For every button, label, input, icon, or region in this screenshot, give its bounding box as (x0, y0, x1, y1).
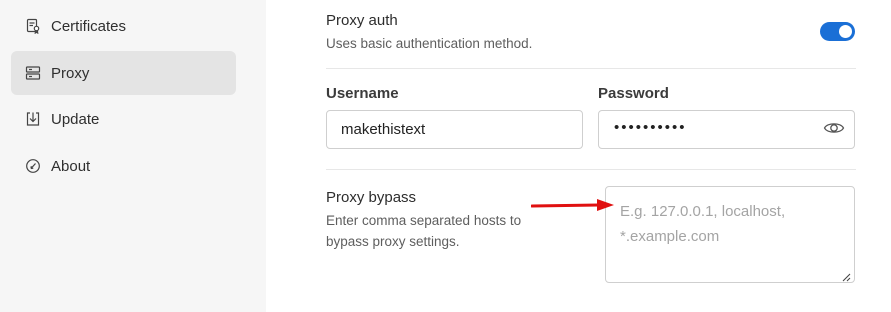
proxy-bypass-description-line: bypass proxy settings. (326, 234, 460, 249)
divider (326, 169, 856, 170)
password-label: Password (598, 85, 669, 102)
sidebar-item-certificates[interactable]: Certificates (11, 4, 236, 48)
proxy-auth-toggle[interactable] (820, 22, 855, 41)
proxy-server-icon (25, 65, 41, 81)
sidebar-item-update[interactable]: Update (11, 97, 236, 141)
sidebar-item-label: About (51, 157, 91, 175)
proxy-bypass-textarea[interactable] (605, 186, 855, 283)
about-icon (25, 158, 41, 174)
sidebar-item-proxy[interactable]: Proxy (11, 51, 236, 95)
proxy-auth-title: Proxy auth (326, 12, 398, 29)
divider (326, 68, 856, 69)
sidebar-item-label: Certificates (51, 17, 127, 35)
sidebar-item-label: Proxy (51, 64, 90, 82)
password-masked-value: •••••••••• (614, 119, 687, 136)
sidebar-item-label: Update (51, 110, 100, 128)
resize-grip-icon[interactable] (841, 269, 851, 282)
proxy-auth-description: Uses basic authentication method. (326, 36, 533, 51)
proxy-bypass-description-line: Enter comma separated hosts to (326, 213, 522, 228)
proxy-bypass-title: Proxy bypass (326, 189, 417, 206)
username-label: Username (326, 85, 399, 102)
certificate-icon (25, 18, 41, 34)
username-input[interactable] (326, 110, 583, 149)
annotation-arrow-icon (530, 196, 615, 214)
toggle-knob (839, 25, 852, 38)
update-download-icon (25, 111, 41, 127)
sidebar: Certificates Proxy Update About (0, 0, 266, 312)
proxy-bypass-description: Enter comma separated hosts to bypass pr… (326, 210, 521, 252)
sidebar-item-about[interactable]: About (11, 144, 236, 188)
show-password-eye-icon[interactable] (823, 119, 845, 137)
